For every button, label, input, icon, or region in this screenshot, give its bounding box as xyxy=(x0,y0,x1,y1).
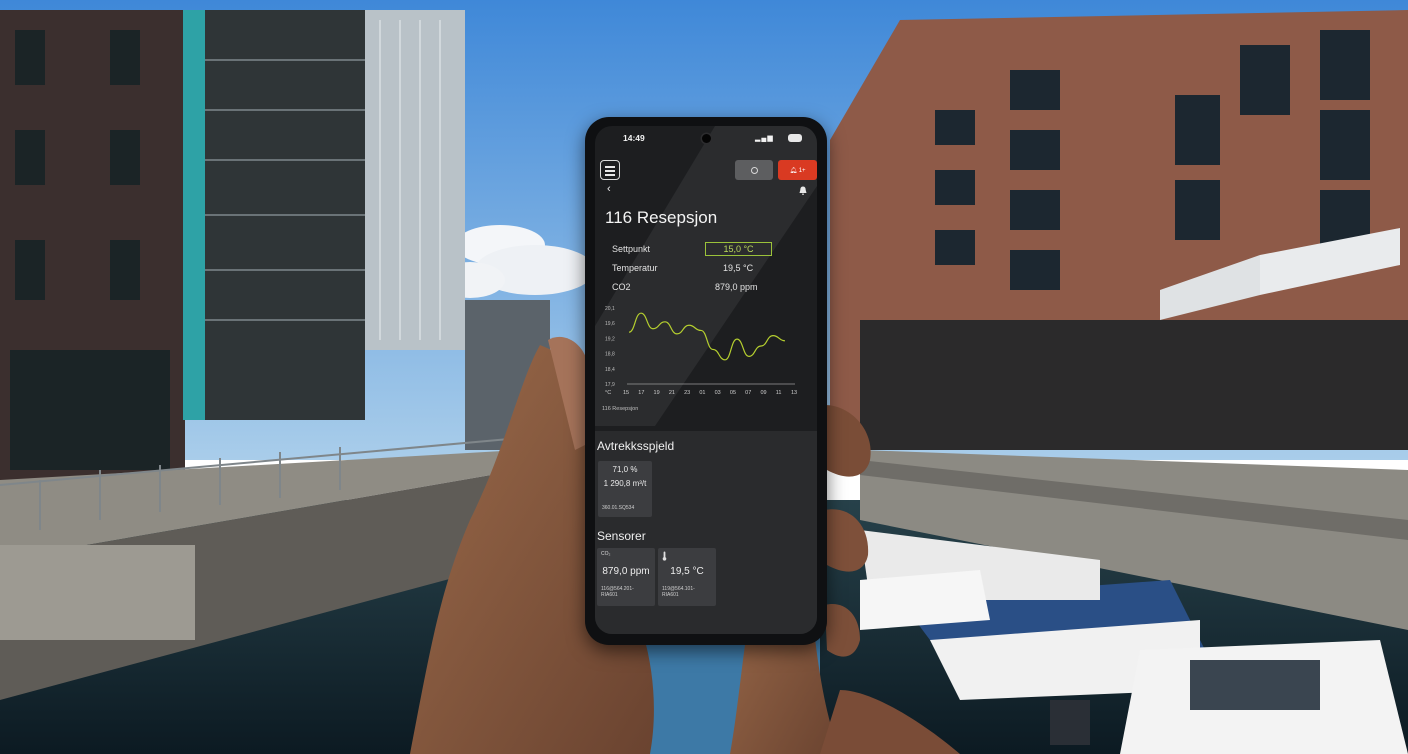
exhaust-damper-card[interactable]: 71,0 % 1 290,8 m³/t 360.01.SQ534 xyxy=(598,461,652,517)
chart-y-tick-label: 19,6 xyxy=(605,321,615,327)
temperature-label: Temperatur xyxy=(612,263,658,273)
temperature-sensor-card[interactable]: 19,5 °C 119@564.101- RIA601 xyxy=(658,548,716,606)
exhaust-section-title: Avtrekksspjeld xyxy=(597,439,675,453)
chart-x-tick-label: 03 xyxy=(715,390,721,396)
co2-sensor-card[interactable]: CO₂ 879,0 ppm 116@564.201- RIA601 xyxy=(597,548,655,606)
chart-x-tick-label: 07 xyxy=(745,390,751,396)
setpoint-label: Settpunkt xyxy=(612,244,651,254)
chart-x-tick-label: 01 xyxy=(699,390,705,396)
chart-x-tick-label: 23 xyxy=(684,390,690,396)
bell-icon[interactable] xyxy=(799,186,807,195)
alarm-icon: 🔔︎ 1+ xyxy=(789,167,806,174)
chart-y-tick-label: 20,1 xyxy=(605,306,615,312)
chart-x-tick-label: 21 xyxy=(669,390,675,396)
sensors-section-title: Sensorer xyxy=(597,529,646,543)
info-button[interactable] xyxy=(735,160,773,180)
co2-value: 879,0 ppm xyxy=(715,282,758,292)
info-icon xyxy=(750,166,758,174)
alarm-button[interactable]: 🔔︎ 1+ xyxy=(778,160,817,180)
temperature-sensor-id-2: RIA601 xyxy=(662,592,679,598)
exhaust-id: 360.01.SQ534 xyxy=(602,505,635,511)
battery-icon xyxy=(788,134,802,142)
front-camera xyxy=(702,134,711,143)
chart-x-tick-label: 11 xyxy=(776,390,782,396)
phone-screen: 14:49 ▂▄▆ 🔔︎ 1+ ‹ 116 Resepsjon Settpunk… xyxy=(595,126,817,634)
chart-x-tick-label: 09 xyxy=(760,390,766,396)
hamburger-icon xyxy=(605,166,615,168)
chart-x-tick-label: 05 xyxy=(730,390,736,396)
chart-x-tick-label: 17 xyxy=(638,390,644,396)
chart-x-tick-label: 13 xyxy=(791,390,797,396)
chart-y-tick-label: 18,4 xyxy=(605,367,615,373)
status-time: 14:49 xyxy=(623,133,645,143)
status-bar: 14:49 ▂▄▆ xyxy=(595,126,817,152)
co2-label: CO₂ xyxy=(601,551,611,557)
chart-x-tick-label: 19 xyxy=(654,390,660,396)
temperature-sensor-value: 19,5 °C xyxy=(670,566,704,577)
chart-y-tick-label: 19,2 xyxy=(605,336,615,342)
thermometer-icon xyxy=(662,551,667,561)
chart-x-tick-label: 15 xyxy=(623,390,629,396)
co2-label: CO2 xyxy=(612,282,631,292)
exhaust-percent: 71,0 % xyxy=(612,465,638,474)
chart-series-line xyxy=(628,312,786,361)
chart-y-tick-label: 18,8 xyxy=(605,352,615,358)
exhaust-flow: 1 290,8 m³/t xyxy=(603,479,647,488)
back-arrow-icon[interactable]: ‹ xyxy=(607,183,611,195)
room-title: 116 Resepsjon xyxy=(605,208,718,227)
co2-sensor-value: 879,0 ppm xyxy=(602,566,650,577)
signal-wifi-icon: ▂▄▆ xyxy=(755,135,774,142)
chart-y-tick-label: 17,9 xyxy=(605,382,615,388)
setpoint-value[interactable]: 15,0 °C xyxy=(705,242,772,256)
lower-panel: Avtrekksspjeld 71,0 % 1 290,8 m³/t 360.0… xyxy=(595,431,817,634)
chart-caption: 116 Resepsjon xyxy=(602,406,639,412)
temperature-value: 19,5 °C xyxy=(723,263,754,273)
menu-button[interactable] xyxy=(600,160,620,180)
co2-sensor-id-2: RIA601 xyxy=(601,592,618,598)
temperature-trend-chart: 20,1 19,6 19,2 18,8 18,4 17,9 °C 15 17 19 21 23 01 03… xyxy=(605,306,797,396)
chart-x-unit-label: °C xyxy=(605,390,611,396)
